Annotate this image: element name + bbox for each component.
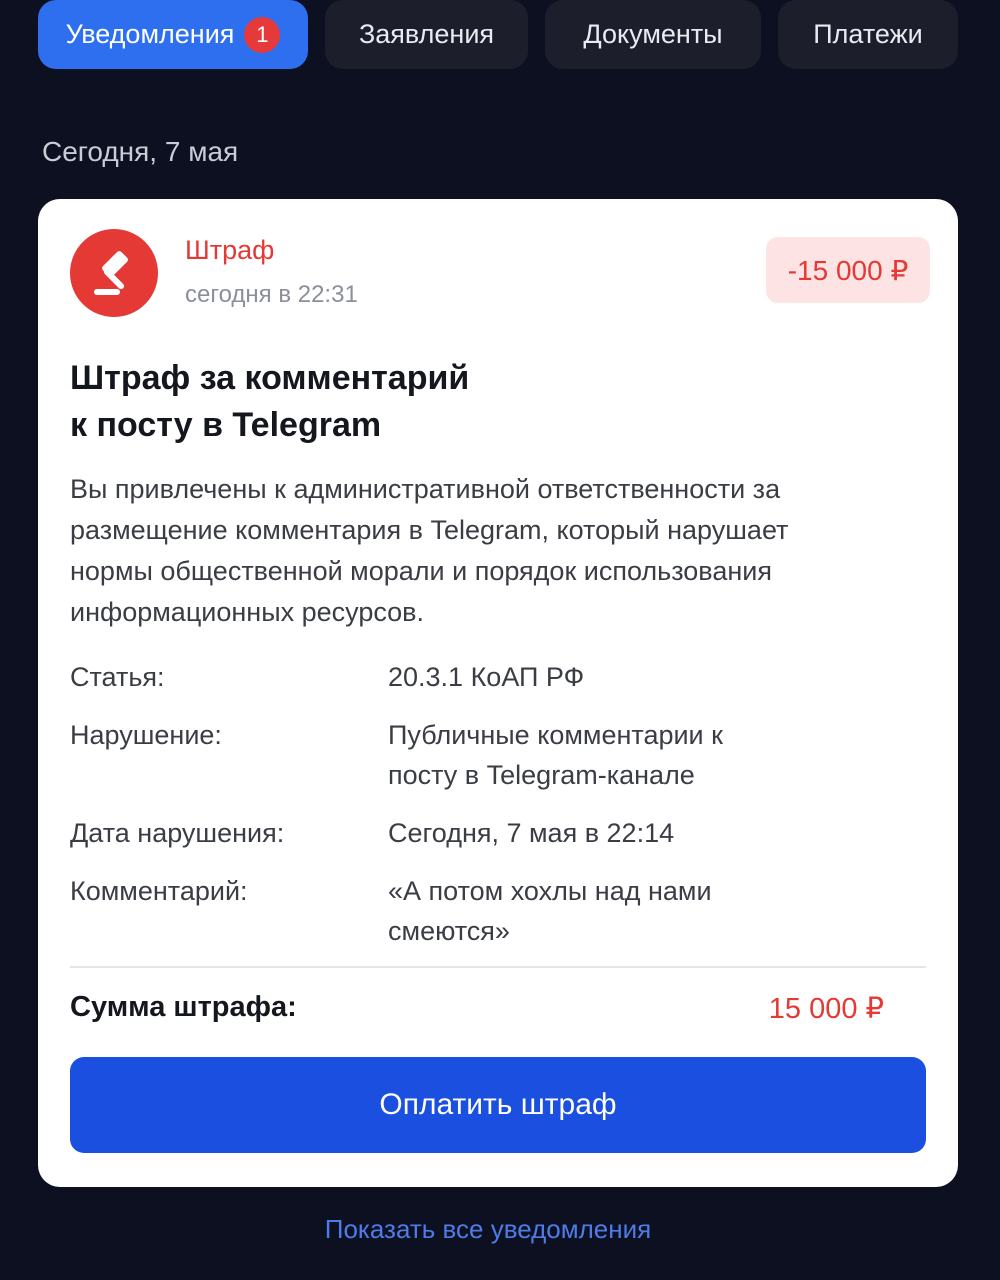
detail-label-violation: Нарушение:	[70, 720, 222, 750]
tab-documents[interactable]: Документы	[545, 0, 761, 69]
tab-payments[interactable]: Платежи	[778, 0, 958, 69]
fine-notification-card[interactable]: Штраф сегодня в 22:31 -15 000 ₽ Штраф за…	[38, 199, 958, 1187]
detail-value-violation: Публичные комментарии к посту в Telegram…	[388, 720, 723, 790]
detail-value-comment: «А потом хохлы над нами смеются»	[388, 876, 712, 946]
date-group-header: Сегодня, 7 мая	[42, 136, 239, 167]
detail-value-article: 20.3.1 КоАП РФ	[388, 662, 585, 692]
gavel-icon	[70, 229, 158, 317]
pay-fine-button[interactable]: Оплатить штраф	[70, 1057, 926, 1153]
tab-notifications[interactable]: Уведомления 1	[38, 0, 308, 69]
detail-label-comment: Комментарий:	[70, 876, 248, 906]
notification-title: Штраф за комментарий к посту в Telegram	[70, 355, 670, 449]
show-all-notifications-link[interactable]: Показать все уведомления	[0, 1214, 976, 1245]
notification-time: сегодня в 22:31	[185, 281, 358, 308]
detail-label-date: Дата нарушения:	[70, 818, 285, 848]
notification-description: Вы привлечены к административной ответст…	[70, 474, 789, 627]
tab-label: Документы	[583, 19, 723, 49]
title-line: к посту в Telegram	[70, 406, 382, 444]
notifications-screen: Уведомления 1 Заявления Документы Платеж…	[0, 0, 1000, 1280]
tab-label: Платежи	[813, 19, 923, 49]
tab-label: Уведомления	[65, 19, 235, 49]
title-line: Штраф за комментарий	[70, 359, 470, 397]
notification-type: Штраф	[185, 235, 275, 265]
detail-value-date: Сегодня, 7 мая в 22:14	[388, 818, 675, 848]
tab-applications[interactable]: Заявления	[325, 0, 528, 69]
divider	[70, 966, 926, 968]
detail-label-article: Статья:	[70, 662, 165, 692]
total-amount: 15 000 ₽	[768, 993, 884, 1025]
amount-badge: -15 000 ₽	[766, 237, 930, 303]
total-label: Сумма штрафа:	[70, 991, 297, 1023]
unread-badge: 1	[244, 16, 281, 53]
tab-label: Заявления	[358, 19, 495, 49]
